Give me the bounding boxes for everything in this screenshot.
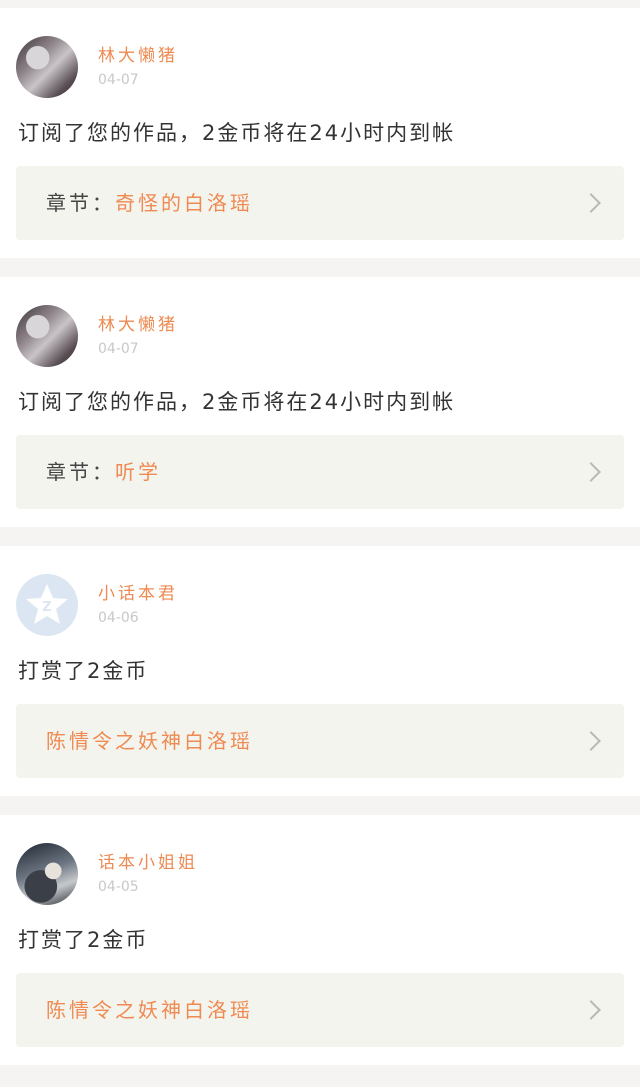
user-meta: 话本小姐姐 04-05 — [98, 853, 198, 895]
work-link[interactable]: 章节：奇怪的白洛瑶 — [16, 166, 624, 240]
qq-star-icon: Z — [26, 584, 68, 624]
avatar[interactable] — [16, 305, 78, 367]
username[interactable]: 小话本君 — [98, 584, 178, 604]
work-link[interactable]: 陈情令之妖神白洛瑶 — [16, 973, 624, 1047]
work-link-text: 章节：奇怪的白洛瑶 — [46, 191, 253, 215]
user-meta: 小话本君 04-06 — [98, 584, 178, 626]
username[interactable]: 话本小姐姐 — [98, 853, 198, 873]
card-header: 林大懒猪 04-07 — [16, 36, 178, 98]
username[interactable]: 林大懒猪 — [98, 315, 178, 335]
chapter-title: 听学 — [115, 460, 161, 484]
card-header: 话本小姐姐 04-05 — [16, 843, 198, 905]
chapter-label: 章节： — [46, 460, 115, 484]
notification-card: Z 小话本君 04-06 打赏了2金币 陈情令之妖神白洛瑶 — [0, 546, 640, 796]
work-link-text: 章节：听学 — [46, 460, 161, 484]
work-link[interactable]: 陈情令之妖神白洛瑶 — [16, 704, 624, 778]
card-header: Z 小话本君 04-06 — [16, 574, 178, 636]
work-title: 陈情令之妖神白洛瑶 — [46, 729, 253, 753]
notification-card: 林大懒猪 04-07 订阅了您的作品，2金币将在24小时内到帐 章节：听学 — [0, 277, 640, 527]
work-link-text: 陈情令之妖神白洛瑶 — [46, 998, 253, 1022]
chevron-right-icon — [581, 193, 601, 213]
notification-message: 订阅了您的作品，2金币将在24小时内到帐 — [18, 390, 456, 414]
avatar[interactable]: Z — [16, 574, 78, 636]
work-link[interactable]: 章节：听学 — [16, 435, 624, 509]
timestamp: 04-07 — [98, 341, 139, 357]
work-link-text: 陈情令之妖神白洛瑶 — [46, 729, 253, 753]
chapter-title: 奇怪的白洛瑶 — [115, 191, 253, 215]
notification-card: 林大懒猪 04-07 订阅了您的作品，2金币将在24小时内到帐 章节：奇怪的白洛… — [0, 8, 640, 258]
chapter-label: 章节： — [46, 191, 115, 215]
notification-card: 话本小姐姐 04-05 打赏了2金币 陈情令之妖神白洛瑶 — [0, 815, 640, 1065]
avatar[interactable] — [16, 36, 78, 98]
timestamp: 04-07 — [98, 72, 139, 88]
avatar[interactable] — [16, 843, 78, 905]
user-meta: 林大懒猪 04-07 — [98, 315, 178, 357]
notification-message: 打赏了2金币 — [18, 928, 149, 952]
chevron-right-icon — [581, 1000, 601, 1020]
username[interactable]: 林大懒猪 — [98, 46, 178, 66]
svg-text:Z: Z — [42, 600, 51, 615]
user-meta: 林大懒猪 04-07 — [98, 46, 178, 88]
card-header: 林大懒猪 04-07 — [16, 305, 178, 367]
notification-message: 订阅了您的作品，2金币将在24小时内到帐 — [18, 121, 456, 145]
chevron-right-icon — [581, 462, 601, 482]
notification-feed: 林大懒猪 04-07 订阅了您的作品，2金币将在24小时内到帐 章节：奇怪的白洛… — [0, 0, 640, 1065]
notification-message: 打赏了2金币 — [18, 659, 149, 683]
timestamp: 04-05 — [98, 879, 139, 895]
chevron-right-icon — [581, 731, 601, 751]
work-title: 陈情令之妖神白洛瑶 — [46, 998, 253, 1022]
timestamp: 04-06 — [98, 610, 139, 626]
